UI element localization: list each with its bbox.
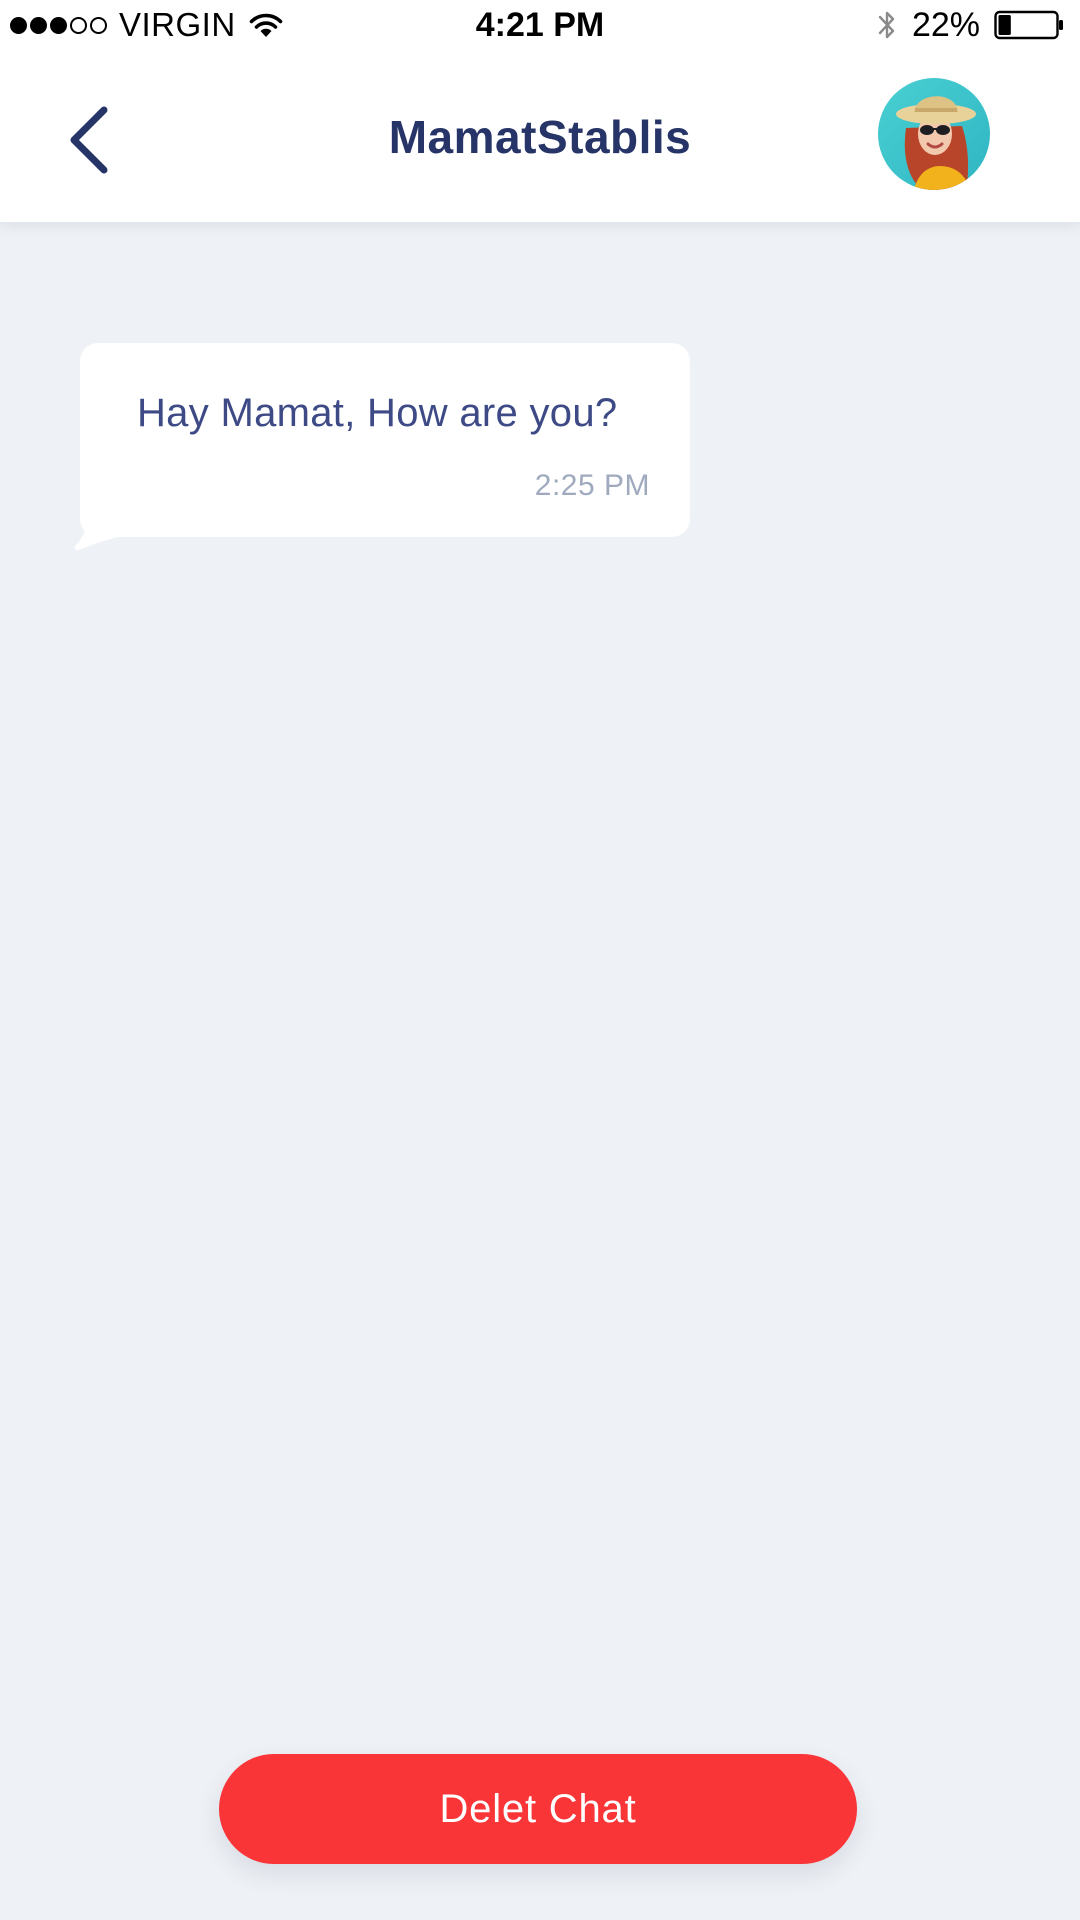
chat-header: MamatStablis — [0, 44, 1080, 222]
user-avatar[interactable] — [878, 78, 990, 190]
delete-chat-button[interactable]: Delet Chat — [219, 1754, 857, 1864]
battery-icon — [994, 10, 1063, 40]
bluetooth-icon — [878, 11, 895, 39]
message-timestamp: 2:25 PM — [534, 469, 650, 502]
message-bubble: Hay Mamat, How are you? 2:25 PM — [74, 343, 690, 550]
avatar-image — [878, 78, 990, 190]
chat-screen: VIRGIN 4:21 PM 22% MamatStablis Hay Mama… — [0, 0, 1080, 1920]
battery-percent: 22% — [911, 5, 980, 44]
status-bar: VIRGIN 4:21 PM 22% — [0, 0, 1080, 50]
message-text: Hay Mamat, How are you? — [137, 391, 618, 435]
status-right: 22% — [876, 6, 1064, 44]
bubble-tail — [68, 511, 118, 551]
